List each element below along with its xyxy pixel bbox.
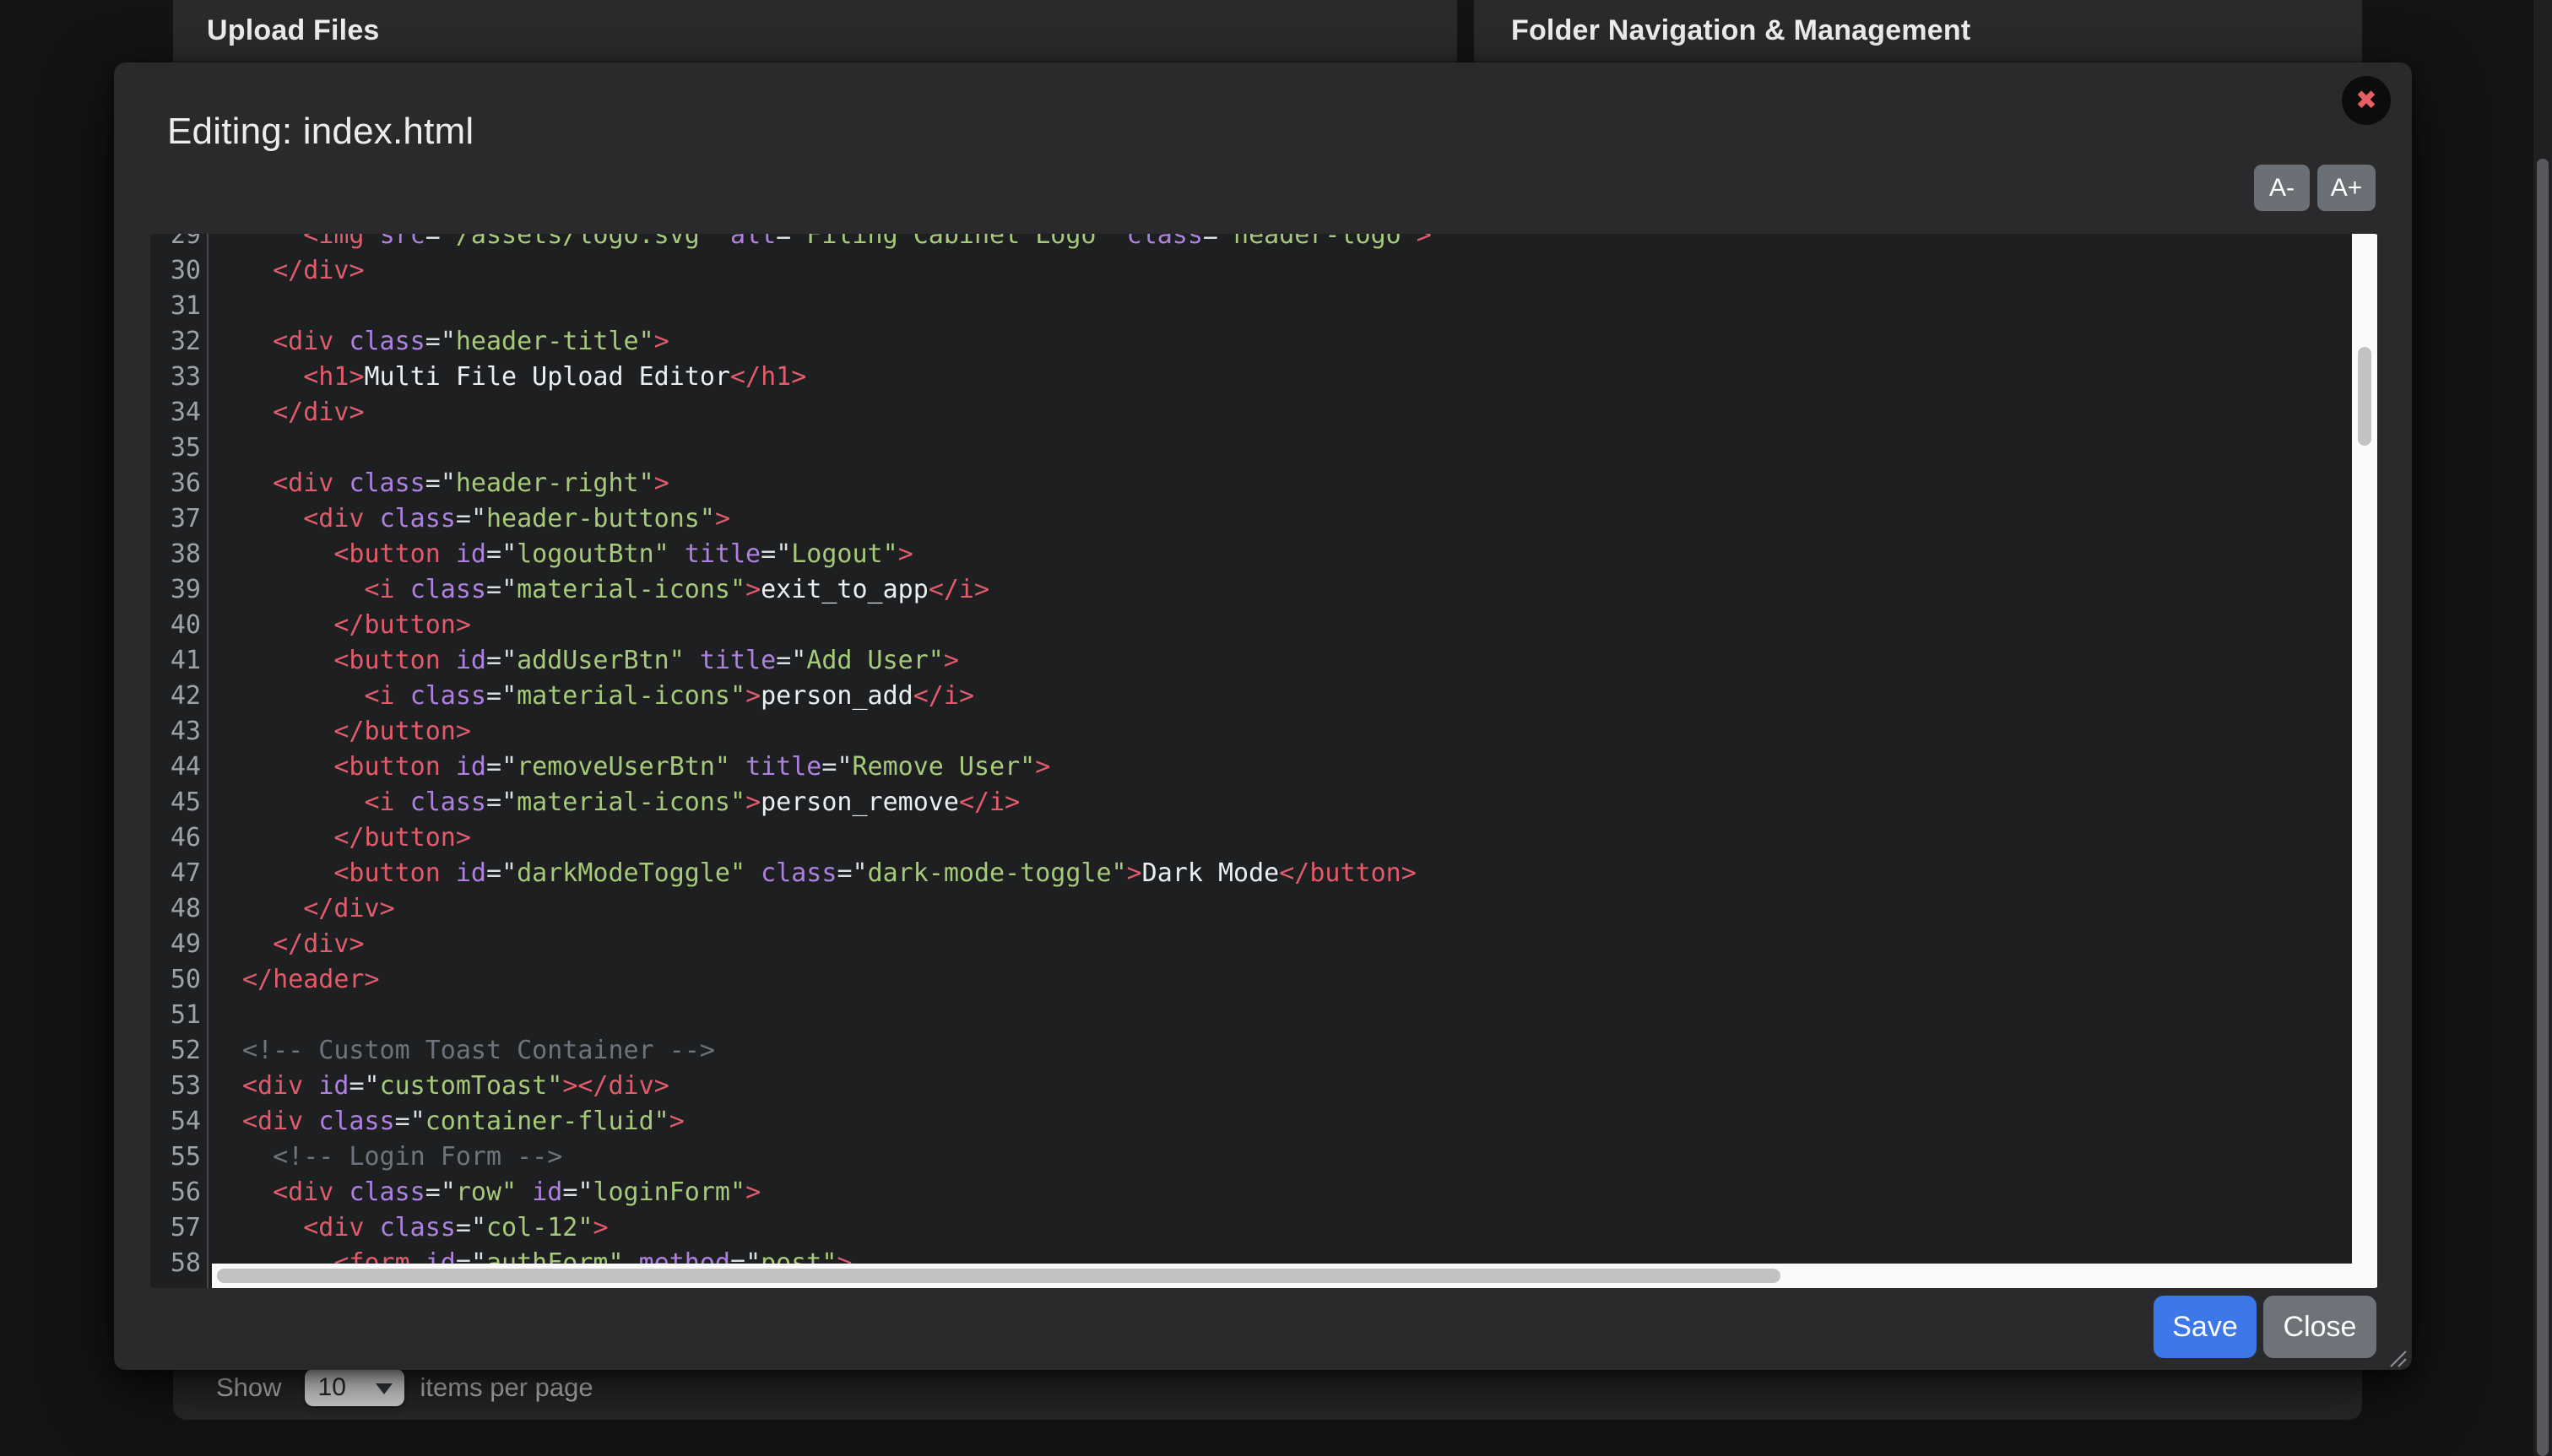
folder-card-header: Folder Navigation & Management [1474,0,2362,62]
line-number: 43 [150,714,201,750]
code-line: <div class="row" id="loginForm"> [242,1175,2378,1210]
code-line: <button id="logoutBtn" title="Logout"> [242,537,2378,572]
code-line: </button> [242,714,2378,750]
line-number: 44 [150,750,201,785]
code-line: </div> [242,395,2378,430]
items-per-page-label: items per page [420,1372,593,1403]
line-number: 40 [150,608,201,643]
code-line: <h1>Multi File Upload Editor</h1> [242,360,2378,395]
line-number: 41 [150,643,201,679]
line-number: 42 [150,679,201,714]
font-increase-button[interactable]: A+ [2317,165,2376,211]
line-number: 49 [150,927,201,962]
line-number: 33 [150,360,201,395]
editor-vertical-scrollbar-thumb[interactable] [2358,347,2371,446]
line-number: 35 [150,430,201,466]
editor-gutter: 2930313233343536373839404142434445464748… [150,234,201,1281]
line-number: 54 [150,1104,201,1139]
code-line: <i class="material-icons">exit_to_app</i… [242,572,2378,608]
line-number: 38 [150,537,201,572]
line-number: 55 [150,1139,201,1175]
code-editor[interactable]: 2930313233343536373839404142434445464748… [150,234,2378,1288]
code-line: <button id="addUserBtn" title="Add User"… [242,643,2378,679]
code-line: <i class="material-icons">person_add</i> [242,679,2378,714]
line-number: 30 [150,253,201,289]
line-number: 31 [150,289,201,324]
save-button[interactable]: Save [2154,1296,2257,1358]
page-scrollbar-thumb[interactable] [2537,159,2549,1456]
editor-vertical-scrollbar[interactable] [2352,234,2377,1288]
modal-close-button[interactable]: ✖ [2342,76,2391,125]
line-number: 50 [150,962,201,998]
font-size-controls: A- A+ [2254,165,2376,211]
folder-card-title: Folder Navigation & Management [1474,14,1970,47]
code-line: </div> [242,253,2378,289]
editor-horizontal-scrollbar[interactable] [212,1264,2357,1288]
page-scrollbar[interactable] [2533,0,2552,1456]
line-number: 48 [150,891,201,927]
code-line: <!-- Custom Toast Container --> [242,1033,2378,1069]
line-number: 32 [150,324,201,360]
editor-modal: Editing: index.html ✖ A- A+ 293031323334… [114,62,2412,1370]
upload-card-title: Upload Files [173,14,380,47]
line-number: 47 [150,856,201,891]
items-per-page-select[interactable]: 10 [305,1369,404,1406]
show-label: Show [216,1372,282,1403]
gutter-divider [207,234,209,1288]
line-number: 45 [150,785,201,820]
modal-actions: Save Close [2154,1296,2376,1358]
line-number: 39 [150,572,201,608]
editor-code-lines: <img src="/assets/logo.svg" alt="Filing … [242,234,2378,1281]
code-line [242,998,2378,1033]
line-number: 53 [150,1069,201,1104]
line-number: 29 [150,234,201,253]
code-line: <!-- Login Form --> [242,1139,2378,1175]
line-number: 37 [150,501,201,537]
code-line: </div> [242,891,2378,927]
pagination-row: Show 10 items per page [216,1369,593,1406]
editor-horizontal-scrollbar-thumb[interactable] [217,1269,1780,1283]
upload-card-header: Upload Files [173,0,1457,62]
close-icon: ✖ [2355,88,2377,114]
code-line: <i class="material-icons">person_remove<… [242,785,2378,820]
line-number: 51 [150,998,201,1033]
line-number: 58 [150,1246,201,1281]
code-line: </button> [242,608,2378,643]
line-number: 52 [150,1033,201,1069]
code-line: </header> [242,962,2378,998]
line-number: 34 [150,395,201,430]
resize-grip-icon[interactable] [2386,1346,2408,1368]
code-line: <div class="col-12"> [242,1210,2378,1246]
code-line: <button id="removeUserBtn" title="Remove… [242,750,2378,785]
line-number: 56 [150,1175,201,1210]
select-dropdown-arrow-icon [376,1383,393,1394]
code-line [242,430,2378,466]
code-line: <div class="header-buttons"> [242,501,2378,537]
code-line [242,289,2378,324]
items-per-page-value: 10 [318,1373,346,1402]
line-number: 57 [150,1210,201,1246]
code-line: <img src="/assets/logo.svg" alt="Filing … [242,234,2378,253]
close-button[interactable]: Close [2263,1296,2376,1358]
code-line: <div class="header-right"> [242,466,2378,501]
code-line: <div class="header-title"> [242,324,2378,360]
modal-title: Editing: index.html [167,111,474,153]
code-line: <div class="container-fluid"> [242,1104,2378,1139]
code-line: </button> [242,820,2378,856]
code-line: </div> [242,927,2378,962]
code-line: <div id="customToast"></div> [242,1069,2378,1104]
line-number: 36 [150,466,201,501]
code-line: <button id="darkModeToggle" class="dark-… [242,856,2378,891]
line-number: 46 [150,820,201,856]
font-decrease-button[interactable]: A- [2254,165,2310,211]
